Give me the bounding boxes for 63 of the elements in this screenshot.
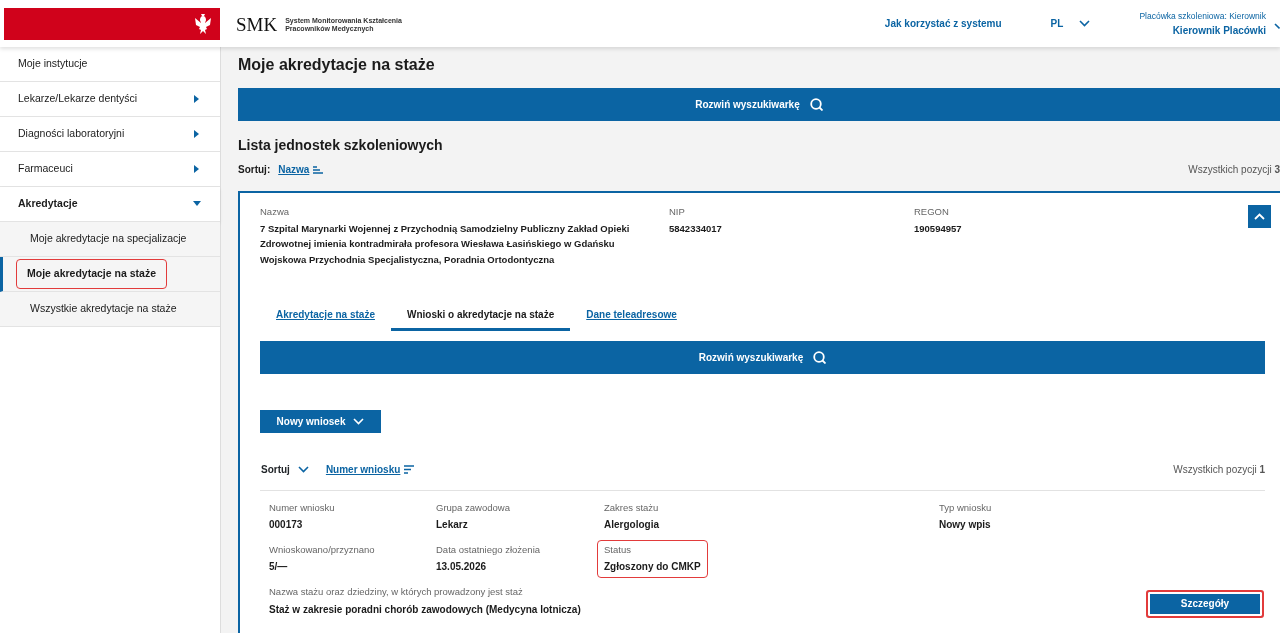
- chevron-down-icon: [1274, 23, 1280, 31]
- search-icon: [813, 350, 827, 364]
- eagle-emblem-icon: [194, 13, 212, 35]
- field-value: Alergologia: [604, 518, 659, 533]
- field-value: 000173: [269, 518, 304, 533]
- sort-icon: [313, 165, 324, 174]
- new-request-button[interactable]: Nowy wniosek: [260, 409, 381, 433]
- app-logo: SMK: [236, 13, 278, 37]
- user-role: Placówka szkoleniowa: Kierownik: [1139, 10, 1266, 23]
- language-dropdown[interactable]: PL: [1049, 15, 1092, 33]
- highlight-frame: Moje akredytacje na staże: [16, 259, 167, 289]
- search-toggle-bar[interactable]: Rozwiń wyszukiwarkę: [260, 340, 1265, 374]
- field-value: 5/—: [269, 560, 289, 575]
- field-label: Zakres stażu: [604, 500, 659, 515]
- search-icon: [809, 98, 823, 112]
- field-value: 5842334017: [669, 222, 723, 237]
- field-label: Numer wniosku: [269, 500, 335, 515]
- chevron-down-icon: [353, 417, 365, 425]
- user-menu[interactable]: Placówka szkoleniowa: Kierownik Kierownik Placówki: [1139, 10, 1266, 38]
- sidebar-item[interactable]: Moje akredytacje na specjalizacje: [0, 222, 220, 257]
- sidebar-item[interactable]: Farmaceuci: [0, 152, 220, 187]
- chevron-down-icon: [297, 465, 309, 473]
- total-count: Wszystkich pozycji 3: [1188, 163, 1280, 177]
- field-value: Lekarz: [436, 518, 469, 533]
- sidebar-item[interactable]: Moje instytucje: [0, 47, 220, 82]
- collapse-button[interactable]: [1248, 205, 1271, 228]
- tab[interactable]: Wnioski o akredytacje na staże: [390, 300, 571, 331]
- field-label: Grupa zawodowa: [436, 500, 510, 515]
- field-value: Wojskowa Przychodnia Specjalistyczna, Poradnia Ortodontyczna: [260, 252, 556, 267]
- sort-field-link[interactable]: Numer wniosku: [325, 461, 415, 477]
- sort-dropdown[interactable]: Sortuj: [260, 460, 310, 478]
- sort-field-link[interactable]: Nazwa: [278, 162, 324, 177]
- sort-icon: [404, 464, 415, 474]
- list-title: Lista jednostek szkoleniowych: [238, 137, 444, 154]
- details-button[interactable]: Szczegóły: [1146, 589, 1264, 618]
- field-value: Zgłoszony do CMKP: [604, 560, 701, 575]
- chevron-up-icon: [1254, 212, 1265, 221]
- field-label: REGON: [914, 205, 950, 219]
- field-label: NIP: [669, 205, 686, 219]
- field-label: Nazwa stażu oraz dziedziny, w których prowadzony jest staż: [269, 585, 524, 600]
- total-count: Wszystkich pozycji 1: [1173, 462, 1265, 477]
- chevron-down-icon: [1079, 20, 1091, 28]
- field-label: Data ostatniego złożenia: [436, 543, 541, 558]
- search-toggle-bar[interactable]: Rozwiń wyszukiwarkę: [238, 88, 1280, 122]
- field-label: Wnioskowano/przyznano: [269, 543, 375, 558]
- field-value: 190594957: [914, 222, 963, 237]
- field-label: Nazwa: [260, 205, 291, 219]
- user-name: Kierownik Placówki: [1171, 23, 1266, 38]
- sidebar-item[interactable]: Lekarze/Lekarze dentyści: [0, 82, 220, 117]
- field-value: 13.05.2026: [436, 560, 488, 575]
- field-label: Status: [604, 543, 632, 558]
- field-value: 7 Szpital Marynarki Wojennej z Przychodnią Samodzielny Publiczny Zakład Opieki Zdrowotnej imienia kontradmirała profesora Wiesława Łasińskiego w Gdańsku: [260, 222, 631, 252]
- page-title: Moje akredytacje na staże: [238, 55, 436, 75]
- tab[interactable]: Dane teleadresowe: [570, 300, 693, 331]
- sidebar-item[interactable]: Moje akredytacje na staże: [0, 257, 220, 292]
- tab[interactable]: Akredytacje na staże: [260, 300, 391, 331]
- sort-label: Sortuj:: [238, 163, 271, 177]
- help-link[interactable]: Jak korzystać z systemu: [884, 16, 1002, 32]
- field-value: Staż w zakresie poradni chorób zawodowych (Medycyna lotnicza): [269, 602, 581, 617]
- field-label: Typ wniosku: [939, 500, 992, 515]
- sidebar-item[interactable]: Diagności laboratoryjni: [0, 117, 220, 152]
- field-value: Nowy wpis: [939, 518, 992, 533]
- sidebar-item[interactable]: Wszystkie akredytacje na staże: [0, 292, 220, 327]
